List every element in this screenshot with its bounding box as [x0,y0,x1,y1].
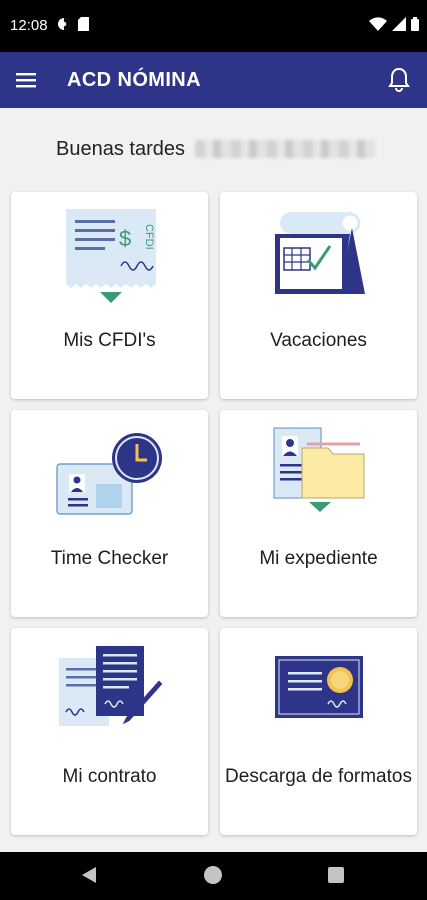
id-card-clock-icon [56,433,162,515]
card-label: Time Checker [50,548,169,569]
contract-pen-icon [59,646,163,726]
card-time-checker[interactable]: Time Checker [11,410,208,617]
app-title: ACD NÓMINA [67,69,201,91]
card-label: Descarga de formatos [225,766,412,787]
card-mis-cfdis[interactable]: $ CFDI Mis CFDI's [11,192,208,399]
system-nav-bar [0,852,427,900]
card-vacaciones[interactable]: Vacaciones [220,192,417,399]
card-descarga-formatos[interactable]: Descarga de formatos [220,628,417,835]
svg-text:$: $ [119,226,131,251]
app-bar: ACD NÓMINA [0,52,427,108]
svg-text:CFDI: CFDI [143,224,155,250]
menu-icon [16,73,36,88]
certificate-icon [275,656,363,718]
folder-file-icon [273,427,365,512]
status-system-icons [369,17,419,31]
bell-icon [388,67,410,92]
data-saver-icon [58,18,70,30]
status-time: 12:08 [10,17,48,34]
card-label: Vacaciones [270,330,367,351]
battery-icon [411,17,419,31]
menu-button[interactable] [15,69,37,91]
card-label: Mi expediente [259,548,378,569]
home-icon[interactable] [204,866,222,884]
notifications-button[interactable] [387,67,411,93]
status-notification-icons [57,17,89,31]
greeting-text: Buenas tardes [56,138,185,160]
signal-icon [392,17,406,31]
sim-card-icon [78,17,89,31]
card-mi-expediente[interactable]: Mi expediente [220,410,417,617]
status-bar: 12:08 [0,0,427,52]
wifi-icon [369,17,387,31]
user-name-redacted [195,140,375,158]
card-label: Mis CFDI's [63,330,156,351]
back-icon[interactable] [81,866,97,884]
card-label: Mi contrato [62,766,157,787]
cfdi-receipt-icon: $ CFDI [66,209,156,303]
calendar-check-icon [275,212,365,294]
recents-icon[interactable] [328,867,344,883]
card-mi-contrato[interactable]: Mi contrato [11,628,208,835]
